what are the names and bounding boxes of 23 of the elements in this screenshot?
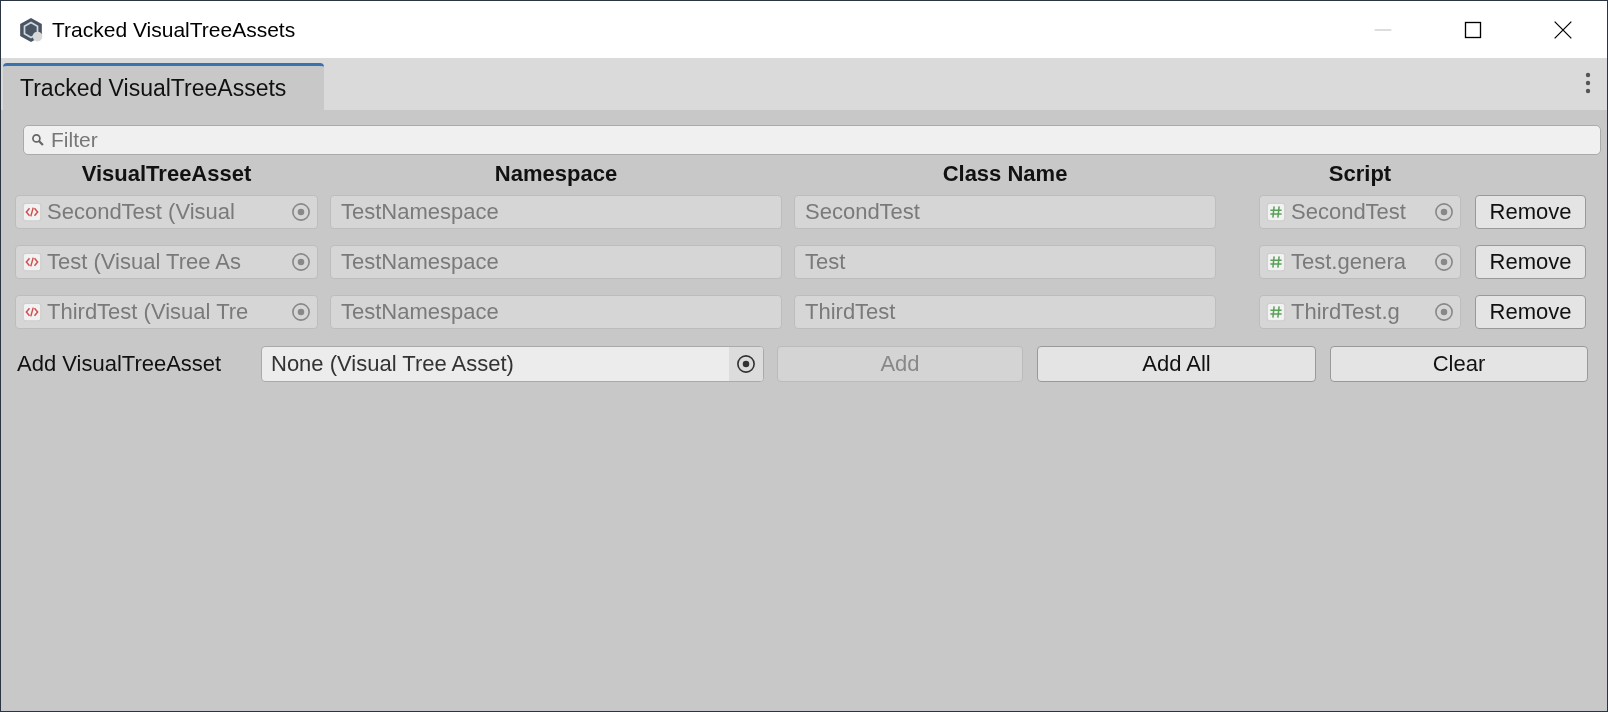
tab[interactable]: Tracked VisualTreeAssets — [3, 63, 325, 110]
app-logo-icon — [18, 16, 44, 43]
column-header: Class Name — [941, 161, 1069, 187]
filter-field[interactable]: Filter — [23, 125, 1601, 155]
window-title: Tracked VisualTreeAssets — [52, 17, 296, 42]
uxml-file-icon — [22, 202, 42, 222]
script-file-icon — [1266, 202, 1286, 222]
more-options-icon[interactable] — [1585, 72, 1591, 94]
column-header: Namespace — [493, 161, 619, 187]
asset-picker-field[interactable]: None (Visual Tree Asset) — [261, 346, 764, 382]
close-icon[interactable] — [1553, 19, 1573, 40]
add-asset-label: Add VisualTreeAsset — [17, 351, 223, 377]
search-icon — [31, 133, 44, 146]
column-header: Script — [1327, 161, 1393, 187]
script-file-icon — [1266, 302, 1286, 322]
uxml-file-icon — [22, 252, 42, 272]
action-button[interactable]: Add All — [1037, 346, 1316, 382]
maximize-icon[interactable] — [1463, 19, 1483, 40]
column-header: VisualTreeAsset — [80, 161, 253, 187]
action-button[interactable]: Clear — [1330, 346, 1588, 382]
script-file-icon — [1266, 252, 1286, 272]
uxml-file-icon — [22, 302, 42, 322]
target-icon[interactable] — [736, 354, 756, 374]
